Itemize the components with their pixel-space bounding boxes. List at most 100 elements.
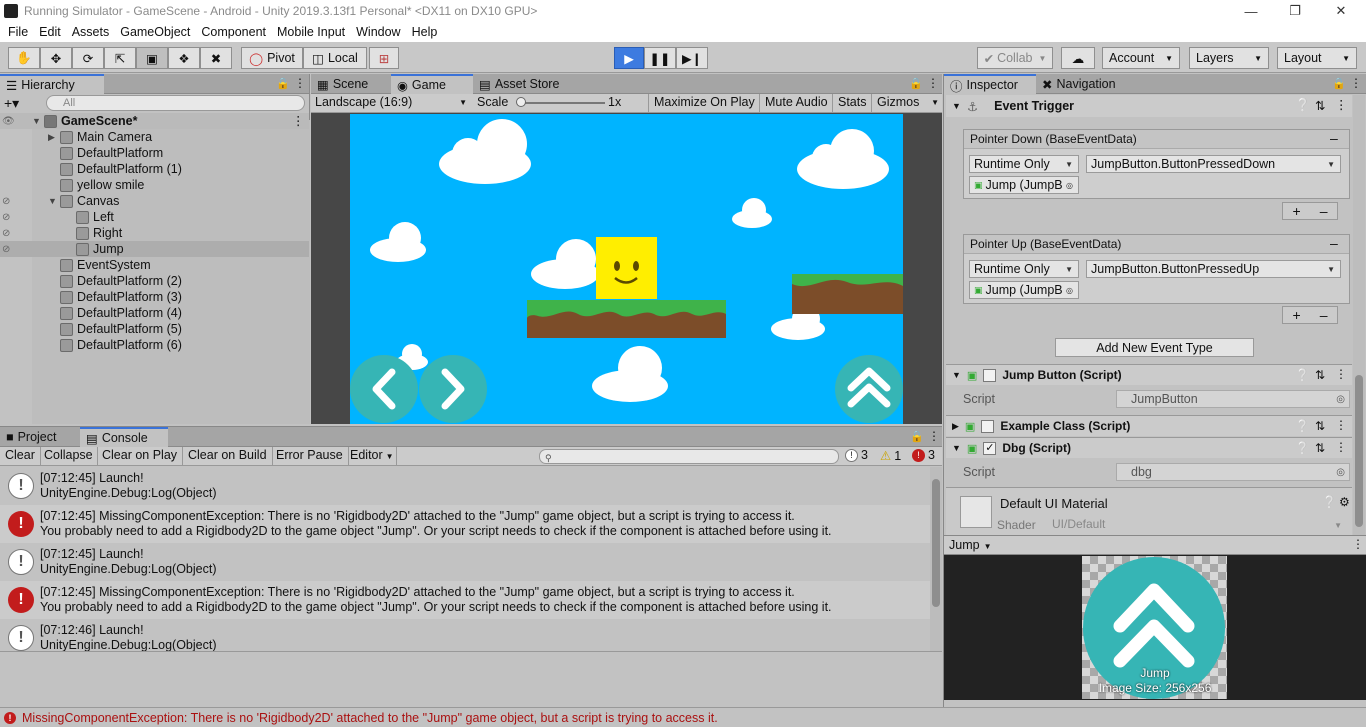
step-button[interactable]: ▶❙ <box>676 47 708 69</box>
menu-file[interactable]: File <box>8 25 28 39</box>
preset-icon[interactable]: ⇅ <box>1315 419 1325 433</box>
tab-hierarchy[interactable]: ☰ Hierarchy <box>0 74 104 94</box>
tree-item-defaultplatform-1[interactable]: DefaultPlatform (1) <box>48 161 182 177</box>
menu-window[interactable]: Window <box>356 25 400 39</box>
rotate-tool-icon[interactable]: ⟳ <box>72 47 104 69</box>
component-menu-icon[interactable]: ⋮ <box>1335 440 1347 454</box>
error-pause-button[interactable]: Error Pause <box>271 447 349 465</box>
log-entry[interactable]: ! [07:12:45] MissingComponentException: … <box>0 505 930 543</box>
close-icon[interactable]: ✕ <box>1318 0 1364 22</box>
minimize-icon[interactable]: — <box>1228 0 1274 22</box>
pause-button[interactable]: ❚❚ <box>644 47 676 69</box>
help-icon[interactable]: ❔ <box>1295 98 1311 113</box>
preset-icon[interactable]: ⇅ <box>1315 368 1325 382</box>
component-menu-icon[interactable]: ⋮ <box>1335 97 1348 112</box>
foldout-arrow-icon[interactable]: ▼ <box>952 370 961 380</box>
clear-on-play-button[interactable]: Clear on Play <box>97 447 184 465</box>
clear-on-build-button[interactable]: Clear on Build <box>183 447 273 465</box>
tree-item-jump[interactable]: ⊘ Jump <box>0 241 309 257</box>
help-icon[interactable]: ❔ <box>1295 441 1310 455</box>
gear-icon[interactable]: ⚙ <box>1339 495 1350 509</box>
panel-menu-icon[interactable]: ⋮ <box>928 429 940 443</box>
menu-gameobject[interactable]: GameObject <box>120 25 190 39</box>
tab-scene[interactable]: ▦ Scene <box>311 74 391 94</box>
remove-listener-icon[interactable]: – <box>1320 203 1328 219</box>
scale-tool-icon[interactable]: ⇱ <box>104 47 136 69</box>
maximize-icon[interactable]: ❐ <box>1272 0 1318 22</box>
tree-item-left[interactable]: ⊘ Left <box>0 209 114 225</box>
log-entry[interactable]: ! [07:12:45] MissingComponentException: … <box>0 581 930 619</box>
object-picker-icon[interactable]: ◎ <box>1066 181 1073 190</box>
enabled-checkbox[interactable] <box>983 368 997 382</box>
tree-item-defaultplatform-5[interactable]: DefaultPlatform (5) <box>48 321 182 337</box>
help-icon[interactable]: ❔ <box>1295 368 1310 382</box>
add-listener-icon[interactable]: + <box>1293 203 1301 219</box>
tree-item-right[interactable]: ⊘ Right <box>0 225 122 241</box>
remove-event-icon[interactable]: – <box>1330 130 1338 146</box>
hidden-icon[interactable]: ⊘ <box>2 212 10 223</box>
gizmos-dropdown[interactable]: Gizmos ▼ <box>871 94 941 112</box>
foldout-arrow-icon[interactable]: ▶ <box>952 421 959 432</box>
panel-menu-icon[interactable]: ⋮ <box>1352 537 1364 551</box>
preview-object-dropdown[interactable]: Jump ▼ <box>949 538 992 552</box>
add-listener-icon[interactable]: + <box>1293 307 1301 323</box>
custom-tool-icon[interactable]: ✖ <box>200 47 232 69</box>
tab-navigation[interactable]: ✖ Navigation <box>1036 74 1136 94</box>
account-dropdown[interactable]: Account ▼ <box>1102 47 1180 69</box>
tab-inspector[interactable]: ⓘ Inspector <box>944 74 1036 94</box>
object-field[interactable]: ▣ Jump (JumpB ◎ <box>969 281 1079 299</box>
hidden-icon[interactable]: ⊘ <box>2 244 10 255</box>
aspect-dropdown[interactable]: Landscape (16:9) ▼ <box>315 95 469 109</box>
cloud-icon[interactable]: ☁ <box>1061 47 1095 69</box>
remove-listener-icon[interactable]: – <box>1320 307 1328 323</box>
help-icon[interactable]: ❔ <box>1295 419 1310 433</box>
scene-row[interactable]: 👁 ▼ GameScene* ⋮ <box>0 113 309 129</box>
game-viewport[interactable] <box>350 114 903 424</box>
menu-edit[interactable]: Edit <box>39 25 61 39</box>
lock-icon[interactable]: 🔒 <box>910 430 924 443</box>
scale-slider[interactable] <box>519 102 605 104</box>
inspector-scrollbar[interactable] <box>1353 95 1365 535</box>
component-menu-icon[interactable]: ⋮ <box>1335 367 1347 381</box>
lock-icon[interactable]: 🔒 <box>909 77 923 90</box>
scale-slider-thumb[interactable] <box>516 97 526 107</box>
rect-tool-icon[interactable]: ▣ <box>136 47 168 69</box>
shader-dropdown[interactable]: UI/Default ▼ <box>1050 517 1346 534</box>
preset-icon[interactable]: ⇅ <box>1315 441 1325 455</box>
pivot-button[interactable]: ◯ Pivot <box>241 47 303 69</box>
tree-item-defaultplatform-4[interactable]: DefaultPlatform (4) <box>48 305 182 321</box>
tree-item-defaultplatform-3[interactable]: DefaultPlatform (3) <box>48 289 182 305</box>
enabled-checkbox[interactable] <box>981 419 995 433</box>
move-tool-icon[interactable]: ✥ <box>40 47 72 69</box>
tree-item-defaultplatform-6[interactable]: DefaultPlatform (6) <box>48 337 182 353</box>
log-entry[interactable]: ! [07:12:46] Launch! UnityEngine.Debug:Lo… <box>0 619 930 651</box>
info-count-toggle[interactable]: ! 3 <box>845 448 868 462</box>
runtime-dropdown[interactable]: Runtime Only ▼ <box>969 260 1079 278</box>
component-menu-icon[interactable]: ⋮ <box>1335 418 1347 432</box>
grid-snap-icon[interactable]: ⊞ <box>369 47 399 69</box>
menu-help[interactable]: Help <box>412 25 438 39</box>
warning-count-toggle[interactable]: ⚠ 1 <box>880 448 901 464</box>
function-dropdown[interactable]: JumpButton.ButtonPressedDown ▼ <box>1086 155 1341 173</box>
layout-dropdown[interactable]: Layout ▼ <box>1277 47 1357 69</box>
help-icon[interactable]: ❔ <box>1322 495 1337 509</box>
tab-console[interactable]: ▤ Console <box>80 427 168 447</box>
log-entry[interactable]: ! [07:12:45] Launch! UnityEngine.Debug:Lo… <box>0 543 930 581</box>
lock-icon[interactable]: 🔒 <box>276 77 290 90</box>
object-picker-icon[interactable]: ◎ <box>1066 286 1073 295</box>
lock-icon[interactable]: 🔒 <box>1332 77 1346 90</box>
tree-item-main-camera[interactable]: ▶ Main Camera <box>48 129 152 145</box>
status-bar[interactable]: ! MissingComponentException: There is no… <box>0 707 1366 727</box>
console-search-input[interactable]: ⚲ <box>539 449 839 464</box>
event-trigger-header[interactable]: ▼ ⚓ Event Trigger ❔ ⇅ ⋮ <box>946 95 1352 117</box>
mute-audio-toggle[interactable]: Mute Audio <box>759 94 833 112</box>
scrollbar-thumb[interactable] <box>932 479 940 607</box>
collapse-button[interactable]: Collapse <box>40 447 98 465</box>
collab-dropdown[interactable]: ✔ Collab ▼ <box>977 47 1053 69</box>
dbg-component-header[interactable]: ▼ ▣ ✓ Dbg (Script) ❔ ⇅ ⋮ <box>946 437 1352 458</box>
hidden-icon[interactable]: ⊘ <box>2 196 10 207</box>
editor-dropdown[interactable]: Editor ▼ <box>345 447 397 465</box>
menu-component[interactable]: Component <box>201 25 266 39</box>
stats-toggle[interactable]: Stats <box>832 94 872 112</box>
hand-tool-icon[interactable]: ✋ <box>8 47 40 69</box>
